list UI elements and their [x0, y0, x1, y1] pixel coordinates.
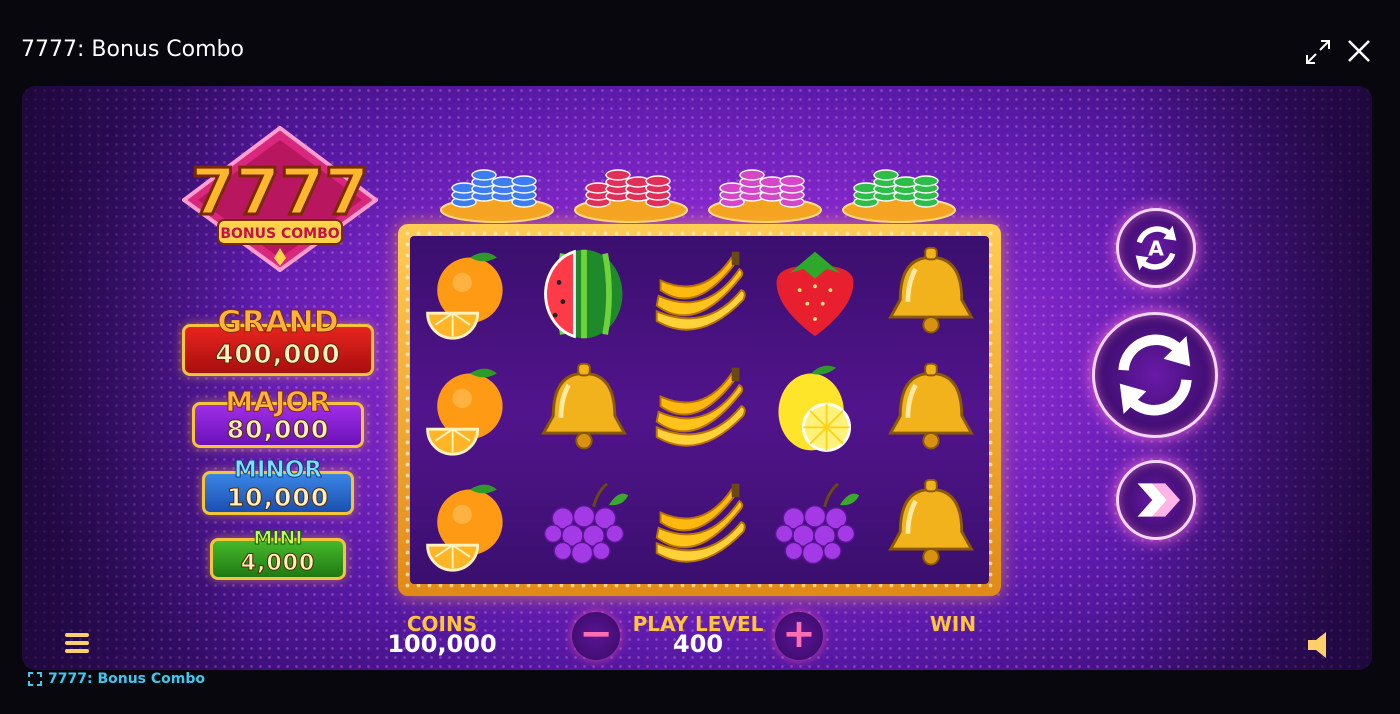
jackpot-grand-value: 400,000 [215, 340, 341, 371]
reel-cell-banana [642, 468, 758, 584]
turbo-icon [1137, 483, 1181, 517]
fullscreen-button[interactable] [1303, 37, 1333, 67]
jackpot-mini-value: 4,000 [240, 551, 316, 577]
banana-icon [656, 251, 747, 331]
orange-icon [426, 252, 503, 340]
jackpot-mini: MINI 4,000 [210, 527, 346, 580]
banana-icon [656, 367, 747, 447]
menu-button[interactable] [62, 628, 92, 658]
plus-icon: + [782, 611, 816, 657]
sound-button[interactable] [1304, 628, 1334, 662]
autoplay-button[interactable]: A [1116, 208, 1196, 288]
reel-cell-orange [410, 236, 526, 352]
footer-text: 7777: Bonus Combo [48, 671, 205, 687]
banana-icon [656, 483, 747, 563]
coins-value: 100,000 [387, 630, 497, 658]
chip-stack-green [842, 169, 956, 223]
grapes-icon [775, 482, 860, 565]
orange-icon [426, 484, 503, 572]
jackpot-major: MAJOR 80,000 [192, 385, 364, 448]
close-button[interactable] [1344, 36, 1374, 66]
grapes-icon [543, 482, 628, 565]
reel-cell-bell [873, 352, 989, 468]
hamburger-menu-icon [65, 633, 89, 653]
reel-frame [398, 224, 1001, 596]
svg-text:A: A [1148, 236, 1164, 260]
jackpot-minor: MINOR 10,000 [202, 457, 354, 515]
turbo-button[interactable] [1116, 460, 1196, 540]
reel-cell-bell [873, 236, 989, 352]
chip-stack-red [574, 169, 688, 223]
game-viewport[interactable]: 7777 BONUS COMBO GRAND 400,000 MAJOR 80,… [22, 86, 1372, 670]
jackpot-minor-name: MINOR [234, 457, 323, 484]
autoplay-icon: A [1135, 225, 1177, 271]
reel-cell-banana [642, 236, 758, 352]
reel-cell-banana [642, 352, 758, 468]
bell-icon [888, 362, 974, 450]
expand-icon [1306, 40, 1330, 64]
bell-icon [888, 478, 974, 566]
chip-stacks [440, 152, 960, 224]
logo-subtitle: BONUS COMBO [220, 226, 339, 242]
jackpot-grand: GRAND 400,000 [182, 305, 374, 376]
orange-icon [426, 368, 503, 456]
reel-cell-grapes [757, 468, 873, 584]
title-bar: 7777: Bonus Combo [0, 0, 1400, 86]
lemon-icon [778, 365, 852, 452]
reel-cell-bell [526, 352, 642, 468]
minus-icon: − [579, 611, 613, 657]
jackpot-major-name: MAJOR [225, 385, 331, 419]
window-title: 7777: Bonus Combo [21, 37, 244, 62]
spin-icon [1118, 334, 1192, 416]
jackpot-mini-name: MINI [253, 527, 303, 550]
logo-number: 7777 [191, 156, 369, 230]
play-level-value: 400 [672, 630, 724, 658]
reel-cell-lemon [757, 352, 873, 468]
spin-button[interactable] [1092, 312, 1218, 438]
watermelon-icon [543, 249, 623, 339]
reel-cell-watermelon [526, 236, 642, 352]
chip-stack-blue [440, 169, 554, 223]
increase-level-button[interactable]: + [775, 612, 823, 660]
reel-cell-orange [410, 468, 526, 584]
reel-cell-bell [873, 468, 989, 584]
bell-icon [888, 246, 974, 334]
reel-cell-orange [410, 352, 526, 468]
close-icon [1348, 40, 1370, 62]
decrease-level-button[interactable]: − [572, 612, 620, 660]
win-label: WIN [929, 612, 977, 636]
bell-icon [540, 362, 627, 450]
footer-game-link[interactable]: 7777: Bonus Combo [28, 669, 205, 689]
jackpot-minor-value: 10,000 [226, 483, 330, 513]
chip-stack-pink [708, 169, 822, 223]
reel-cell-strawberry [757, 236, 873, 352]
speaker-icon [1308, 632, 1326, 658]
reel-cell-grapes [526, 468, 642, 584]
fullscreen-corners-icon [28, 672, 42, 686]
jackpot-major-value: 80,000 [226, 415, 330, 445]
reel-grid [410, 236, 989, 584]
strawberry-icon [776, 251, 854, 337]
jackpot-grand-name: GRAND [217, 305, 339, 341]
game-logo: 7777 BONUS COMBO [182, 126, 378, 272]
